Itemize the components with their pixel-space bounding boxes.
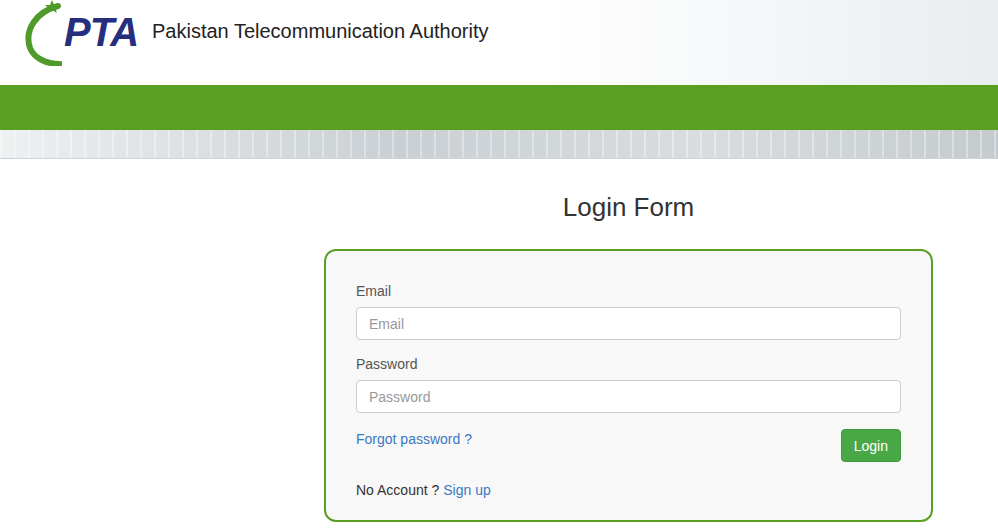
signup-row: No Account ?Sign up — [356, 482, 901, 498]
form-title: Login Form — [563, 191, 695, 223]
login-form: Email Password Forgot password ? Login No Ac… — [324, 249, 933, 522]
form-actions: Forgot password ? Login — [356, 429, 901, 462]
form-field: Password — [356, 356, 901, 413]
site-header: PTA Pakistan Telecommunication Authority — [0, 0, 998, 85]
logo-text: PTA — [64, 10, 138, 55]
form-field: Email — [356, 283, 901, 340]
pta-logo: PTA — [22, 0, 142, 66]
field-label: Email — [356, 283, 901, 299]
pattern-strip — [0, 130, 998, 159]
field-label: Password — [356, 356, 901, 372]
site-title: Pakistan Telecommunication Authority — [152, 20, 488, 43]
swoosh-icon — [22, 0, 62, 66]
text-input[interactable] — [356, 380, 901, 413]
forgot-password-link[interactable]: Forgot password ? — [356, 431, 472, 447]
green-bar — [0, 85, 998, 130]
signup-prompt: No Account ? — [356, 482, 439, 498]
signup-link[interactable]: Sign up — [443, 482, 490, 498]
login-button[interactable]: Login — [841, 429, 901, 462]
login-page: PTA Pakistan Telecommunication Authority L… — [0, 0, 998, 522]
text-input[interactable] — [356, 307, 901, 340]
main-content: Login Form Email Password Forgot password ?… — [0, 159, 998, 522]
